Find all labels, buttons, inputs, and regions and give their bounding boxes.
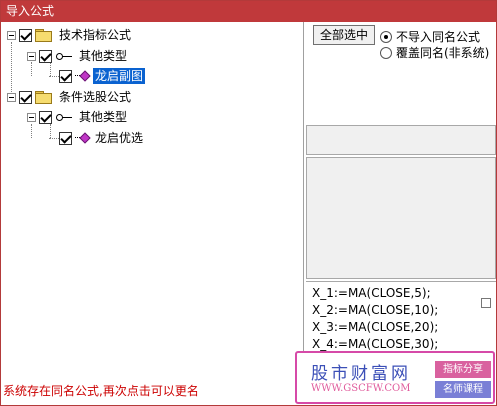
site-watermark: 股市财富网 WWW.GSCFW.COM 指标分享 名师课程 xyxy=(295,351,495,404)
formula-tree: 技术指标公式 其他类型 龙启副图 条件选股公式 其他类型 龙启优选 xyxy=(2,22,304,375)
collapse-toggle[interactable] xyxy=(7,92,16,102)
watermark-title: 股市财富网 xyxy=(311,364,411,384)
node-checkbox[interactable] xyxy=(19,28,32,42)
option-overwrite[interactable]: 覆盖同名(非系统) xyxy=(380,44,489,61)
option-label: 覆盖同名(非系统) xyxy=(396,46,490,60)
formula-line: X_2:=MA(CLOSE,10); xyxy=(312,303,439,317)
watermark-tag: 指标分享 xyxy=(435,361,491,378)
formula-gem-icon xyxy=(75,70,89,82)
dialog-title: 导入公式 xyxy=(1,1,496,22)
tree-node-label: 龙启优选 xyxy=(95,131,144,145)
tree-connector xyxy=(49,75,59,77)
node-checkbox[interactable] xyxy=(39,110,52,124)
info-panel xyxy=(306,125,496,155)
tree-node-label: 其他类型 xyxy=(79,110,128,124)
collapse-toggle[interactable] xyxy=(7,30,16,40)
option-no-import[interactable]: 不导入同名公式 xyxy=(380,28,480,45)
description-panel xyxy=(306,157,496,279)
tree-connector xyxy=(49,137,59,139)
tree-node-label: 其他类型 xyxy=(79,49,128,63)
folder-icon xyxy=(35,91,52,104)
formula-line: X_3:=MA(CLOSE,20); xyxy=(312,320,439,334)
formula-line: X_1:=MA(CLOSE,5); xyxy=(312,286,431,300)
tree-node-other-types[interactable]: 其他类型 xyxy=(27,46,129,66)
radio-button[interactable] xyxy=(380,30,392,43)
folder-icon xyxy=(35,29,52,42)
tree-node-technical-indicators[interactable]: 技术指标公式 xyxy=(7,25,133,45)
status-message: 系统存在同名公式,再次点击可以更名 xyxy=(3,384,199,398)
tree-node-longqi-screener[interactable]: 龙启优选 xyxy=(49,128,145,148)
formula-line: X_4:=MA(CLOSE,30); xyxy=(312,337,439,351)
collapse-toggle[interactable] xyxy=(27,112,36,122)
key-icon xyxy=(55,51,73,61)
tree-node-label: 条件选股公式 xyxy=(59,90,132,104)
formula-gem-icon xyxy=(75,132,89,144)
node-checkbox[interactable] xyxy=(59,131,72,145)
radio-button[interactable] xyxy=(380,46,392,59)
tree-node-condition-screening[interactable]: 条件选股公式 xyxy=(7,87,133,107)
select-all-button[interactable]: 全部选中 xyxy=(313,25,375,45)
tree-node-other-types[interactable]: 其他类型 xyxy=(27,107,129,127)
tree-node-longqi-subchart[interactable]: 龙启副图 xyxy=(49,66,146,86)
watermark-url: WWW.GSCFW.COM xyxy=(311,383,411,394)
tree-node-label: 龙启副图 xyxy=(93,68,146,84)
import-formula-dialog: 导入公式 技术指标公式 其他类型 龙启副图 条件选股公式 其他类型 龙启优选 全… xyxy=(0,0,497,406)
option-label: 不导入同名公式 xyxy=(396,30,481,44)
preview-checkbox[interactable] xyxy=(481,298,491,308)
node-checkbox[interactable] xyxy=(19,90,32,104)
collapse-toggle[interactable] xyxy=(27,51,36,61)
tree-node-label: 技术指标公式 xyxy=(59,28,132,42)
watermark-tag: 名师课程 xyxy=(435,381,491,398)
node-checkbox[interactable] xyxy=(59,69,72,83)
key-icon xyxy=(55,112,73,122)
node-checkbox[interactable] xyxy=(39,49,52,63)
